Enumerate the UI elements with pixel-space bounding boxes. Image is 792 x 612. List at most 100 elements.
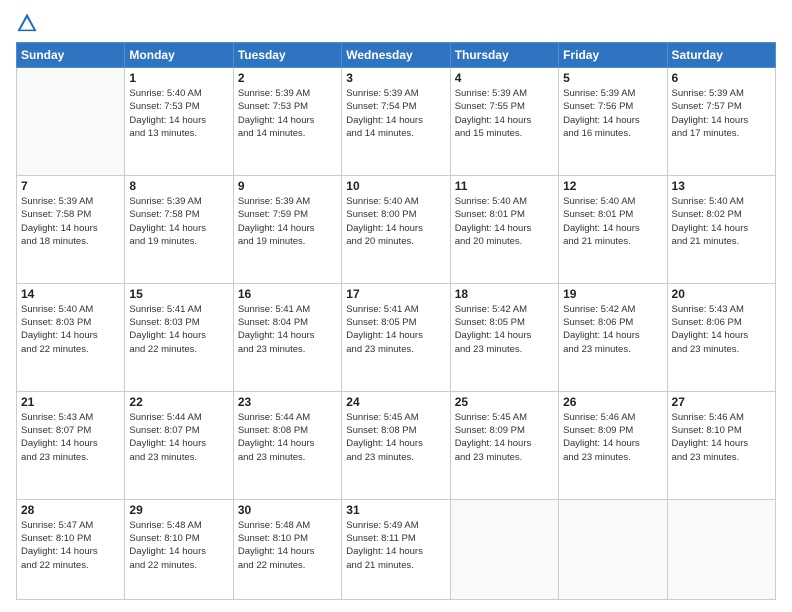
day-info: Sunrise: 5:39 AM Sunset: 7:58 PM Dayligh… bbox=[21, 195, 120, 248]
calendar-cell bbox=[559, 499, 667, 599]
calendar-cell: 5Sunrise: 5:39 AM Sunset: 7:56 PM Daylig… bbox=[559, 68, 667, 176]
calendar-cell: 4Sunrise: 5:39 AM Sunset: 7:55 PM Daylig… bbox=[450, 68, 558, 176]
logo-icon bbox=[16, 12, 38, 34]
day-info: Sunrise: 5:41 AM Sunset: 8:03 PM Dayligh… bbox=[129, 303, 228, 356]
calendar-cell: 13 Sunrise: 5:40 AM Sunset: 8:02 PM Dayli… bbox=[667, 175, 775, 283]
day-info: Sunrise: 5:39 AM Sunset: 7:53 PM Dayligh… bbox=[238, 87, 337, 140]
calendar-cell: 19Sunrise: 5:42 AM Sunset: 8:06 PM Dayli… bbox=[559, 283, 667, 391]
calendar-cell: 28 Sunrise: 5:47 AM Sunset: 8:10 PM Dayli… bbox=[17, 499, 125, 599]
day-number: 4 bbox=[455, 71, 554, 85]
calendar-header-row: SundayMondayTuesdayWednesdayThursdayFrid… bbox=[17, 43, 776, 68]
logo bbox=[16, 12, 42, 34]
calendar-day-header: Friday bbox=[559, 43, 667, 68]
day-number: 24 bbox=[346, 395, 445, 409]
day-info: Sunrise: 5:39 AM Sunset: 7:54 PM Dayligh… bbox=[346, 87, 445, 140]
calendar-week-row: 14 Sunrise: 5:40 AM Sunset: 8:03 PM Dayli… bbox=[17, 283, 776, 391]
calendar-day-header: Sunday bbox=[17, 43, 125, 68]
calendar-cell: 16 Sunrise: 5:41 AM Sunset: 8:04 PM Dayli… bbox=[233, 283, 341, 391]
calendar-cell: 20 Sunrise: 5:43 AM Sunset: 8:06 PM Dayli… bbox=[667, 283, 775, 391]
day-number: 20 bbox=[672, 287, 771, 301]
day-info: Sunrise: 5:42 AM Sunset: 8:05 PM Dayligh… bbox=[455, 303, 554, 356]
day-number: 17 bbox=[346, 287, 445, 301]
calendar-day-header: Wednesday bbox=[342, 43, 450, 68]
day-info: Sunrise: 5:40 AM Sunset: 8:02 PM Dayligh… bbox=[672, 195, 771, 248]
calendar-cell bbox=[667, 499, 775, 599]
calendar-table: SundayMondayTuesdayWednesdayThursdayFrid… bbox=[16, 42, 776, 600]
day-number: 26 bbox=[563, 395, 662, 409]
day-info: Sunrise: 5:49 AM Sunset: 8:11 PM Dayligh… bbox=[346, 519, 445, 572]
day-number: 18 bbox=[455, 287, 554, 301]
day-info: Sunrise: 5:40 AM Sunset: 8:01 PM Dayligh… bbox=[455, 195, 554, 248]
day-info: Sunrise: 5:41 AM Sunset: 8:04 PM Dayligh… bbox=[238, 303, 337, 356]
day-number: 29 bbox=[129, 503, 228, 517]
day-info: Sunrise: 5:46 AM Sunset: 8:09 PM Dayligh… bbox=[563, 411, 662, 464]
calendar-cell: 12 Sunrise: 5:40 AM Sunset: 8:01 PM Dayli… bbox=[559, 175, 667, 283]
calendar-week-row: 28 Sunrise: 5:47 AM Sunset: 8:10 PM Dayli… bbox=[17, 499, 776, 599]
day-number: 25 bbox=[455, 395, 554, 409]
calendar-cell: 26 Sunrise: 5:46 AM Sunset: 8:09 PM Dayli… bbox=[559, 391, 667, 499]
calendar-cell: 31 Sunrise: 5:49 AM Sunset: 8:11 PM Dayli… bbox=[342, 499, 450, 599]
calendar-day-header: Tuesday bbox=[233, 43, 341, 68]
day-number: 16 bbox=[238, 287, 337, 301]
day-number: 28 bbox=[21, 503, 120, 517]
day-number: 22 bbox=[129, 395, 228, 409]
day-number: 2 bbox=[238, 71, 337, 85]
day-number: 13 bbox=[672, 179, 771, 193]
calendar-cell: 11 Sunrise: 5:40 AM Sunset: 8:01 PM Dayli… bbox=[450, 175, 558, 283]
day-number: 9 bbox=[238, 179, 337, 193]
calendar-cell: 9 Sunrise: 5:39 AM Sunset: 7:59 PM Daylig… bbox=[233, 175, 341, 283]
day-number: 11 bbox=[455, 179, 554, 193]
calendar-cell: 3 Sunrise: 5:39 AM Sunset: 7:54 PM Daylig… bbox=[342, 68, 450, 176]
calendar-cell: 15 Sunrise: 5:41 AM Sunset: 8:03 PM Dayli… bbox=[125, 283, 233, 391]
day-info: Sunrise: 5:45 AM Sunset: 8:09 PM Dayligh… bbox=[455, 411, 554, 464]
calendar-cell: 10 Sunrise: 5:40 AM Sunset: 8:00 PM Dayli… bbox=[342, 175, 450, 283]
calendar-cell: 22 Sunrise: 5:44 AM Sunset: 8:07 PM Dayli… bbox=[125, 391, 233, 499]
day-info: Sunrise: 5:40 AM Sunset: 8:01 PM Dayligh… bbox=[563, 195, 662, 248]
day-info: Sunrise: 5:40 AM Sunset: 8:00 PM Dayligh… bbox=[346, 195, 445, 248]
day-number: 10 bbox=[346, 179, 445, 193]
calendar-cell: 2 Sunrise: 5:39 AM Sunset: 7:53 PM Daylig… bbox=[233, 68, 341, 176]
calendar-cell: 29Sunrise: 5:48 AM Sunset: 8:10 PM Dayli… bbox=[125, 499, 233, 599]
day-info: Sunrise: 5:46 AM Sunset: 8:10 PM Dayligh… bbox=[672, 411, 771, 464]
page: SundayMondayTuesdayWednesdayThursdayFrid… bbox=[0, 0, 792, 612]
day-number: 14 bbox=[21, 287, 120, 301]
calendar-cell: 17 Sunrise: 5:41 AM Sunset: 8:05 PM Dayli… bbox=[342, 283, 450, 391]
day-number: 3 bbox=[346, 71, 445, 85]
calendar-cell bbox=[450, 499, 558, 599]
day-number: 30 bbox=[238, 503, 337, 517]
calendar-cell: 18 Sunrise: 5:42 AM Sunset: 8:05 PM Dayli… bbox=[450, 283, 558, 391]
day-number: 12 bbox=[563, 179, 662, 193]
calendar-cell: 27Sunrise: 5:46 AM Sunset: 8:10 PM Dayli… bbox=[667, 391, 775, 499]
calendar-day-header: Monday bbox=[125, 43, 233, 68]
day-info: Sunrise: 5:43 AM Sunset: 8:07 PM Dayligh… bbox=[21, 411, 120, 464]
day-number: 19 bbox=[563, 287, 662, 301]
calendar-cell: 6Sunrise: 5:39 AM Sunset: 7:57 PM Daylig… bbox=[667, 68, 775, 176]
day-info: Sunrise: 5:39 AM Sunset: 7:59 PM Dayligh… bbox=[238, 195, 337, 248]
day-info: Sunrise: 5:45 AM Sunset: 8:08 PM Dayligh… bbox=[346, 411, 445, 464]
day-number: 7 bbox=[21, 179, 120, 193]
day-number: 31 bbox=[346, 503, 445, 517]
day-info: Sunrise: 5:43 AM Sunset: 8:06 PM Dayligh… bbox=[672, 303, 771, 356]
day-info: Sunrise: 5:44 AM Sunset: 8:07 PM Dayligh… bbox=[129, 411, 228, 464]
calendar-cell: 30Sunrise: 5:48 AM Sunset: 8:10 PM Dayli… bbox=[233, 499, 341, 599]
day-info: Sunrise: 5:47 AM Sunset: 8:10 PM Dayligh… bbox=[21, 519, 120, 572]
day-number: 15 bbox=[129, 287, 228, 301]
calendar-day-header: Saturday bbox=[667, 43, 775, 68]
day-number: 21 bbox=[21, 395, 120, 409]
calendar-week-row: 21 Sunrise: 5:43 AM Sunset: 8:07 PM Dayli… bbox=[17, 391, 776, 499]
calendar-cell: 25 Sunrise: 5:45 AM Sunset: 8:09 PM Dayli… bbox=[450, 391, 558, 499]
calendar-week-row: 1 Sunrise: 5:40 AM Sunset: 7:53 PM Daylig… bbox=[17, 68, 776, 176]
calendar-cell: 24 Sunrise: 5:45 AM Sunset: 8:08 PM Dayli… bbox=[342, 391, 450, 499]
calendar-cell bbox=[17, 68, 125, 176]
calendar-cell: 23Sunrise: 5:44 AM Sunset: 8:08 PM Dayli… bbox=[233, 391, 341, 499]
day-number: 6 bbox=[672, 71, 771, 85]
day-number: 1 bbox=[129, 71, 228, 85]
day-info: Sunrise: 5:40 AM Sunset: 8:03 PM Dayligh… bbox=[21, 303, 120, 356]
calendar-cell: 21 Sunrise: 5:43 AM Sunset: 8:07 PM Dayli… bbox=[17, 391, 125, 499]
calendar-cell: 7 Sunrise: 5:39 AM Sunset: 7:58 PM Daylig… bbox=[17, 175, 125, 283]
day-info: Sunrise: 5:41 AM Sunset: 8:05 PM Dayligh… bbox=[346, 303, 445, 356]
calendar-cell: 8Sunrise: 5:39 AM Sunset: 7:58 PM Daylig… bbox=[125, 175, 233, 283]
calendar-cell: 1 Sunrise: 5:40 AM Sunset: 7:53 PM Daylig… bbox=[125, 68, 233, 176]
day-info: Sunrise: 5:40 AM Sunset: 7:53 PM Dayligh… bbox=[129, 87, 228, 140]
day-info: Sunrise: 5:39 AM Sunset: 7:58 PM Dayligh… bbox=[129, 195, 228, 248]
